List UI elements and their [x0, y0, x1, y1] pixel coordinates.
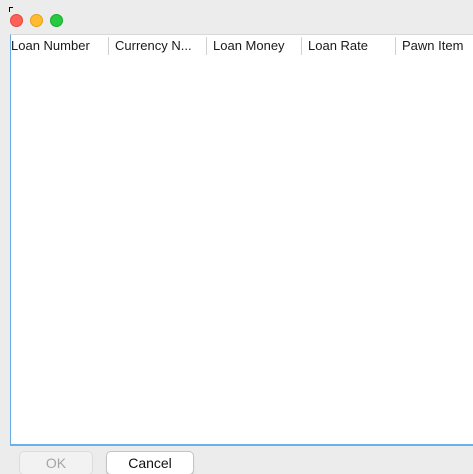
dialog-window: Loan Number Currency N... Loan Money Loa… — [0, 0, 473, 474]
column-header-currency-name[interactable]: Currency N... — [108, 37, 206, 55]
resize-corner-icon — [9, 7, 13, 12]
loan-table[interactable]: Loan Number Currency N... Loan Money Loa… — [10, 34, 473, 445]
cancel-button[interactable]: Cancel — [106, 451, 194, 474]
minimize-window-icon[interactable] — [30, 14, 43, 27]
column-header-loan-rate[interactable]: Loan Rate — [301, 37, 395, 55]
column-header-pawn-item[interactable]: Pawn Item — [395, 37, 473, 55]
column-header-loan-money[interactable]: Loan Money — [206, 37, 301, 55]
table-focus-border — [10, 444, 473, 446]
close-window-icon[interactable] — [10, 14, 23, 27]
ok-button[interactable]: OK — [19, 451, 93, 474]
column-header-loan-number[interactable]: Loan Number — [11, 37, 108, 55]
button-row: OK Cancel — [0, 450, 473, 474]
zoom-window-icon[interactable] — [50, 14, 63, 27]
title-bar[interactable] — [0, 0, 473, 34]
table-header: Loan Number Currency N... Loan Money Loa… — [11, 37, 473, 55]
